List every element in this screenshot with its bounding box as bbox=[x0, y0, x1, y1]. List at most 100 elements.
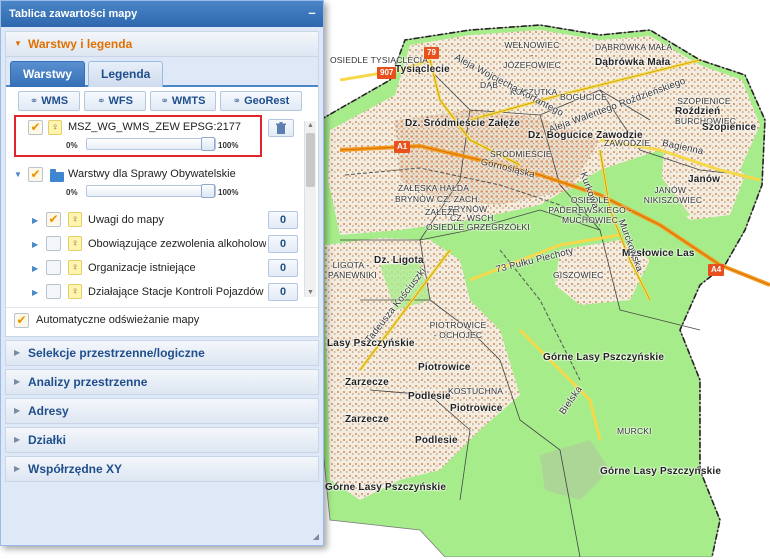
slider-thumb[interactable] bbox=[201, 137, 215, 151]
lightbulb-icon[interactable]: ♀ bbox=[68, 212, 82, 227]
map-label: Roździeń bbox=[675, 106, 721, 117]
map-label: ZAWODZIE bbox=[604, 138, 651, 148]
group-checkbox[interactable]: ✔ bbox=[28, 167, 43, 182]
accordion-title: Analizy przestrzenne bbox=[28, 375, 148, 389]
slider-thumb[interactable] bbox=[201, 184, 215, 198]
auto-refresh-row: ✔ Automatyczne odświeżanie mapy bbox=[6, 307, 318, 333]
map-label: Dz. Śródmieście Załęże bbox=[405, 118, 521, 129]
link-icon: ⚭ bbox=[97, 96, 106, 107]
group-name: Warstwy dla Sprawy Obywatelskie bbox=[68, 168, 236, 180]
panel-body: ▼ Warstwy i legenda Warstwy Legenda ⚭ WMS… bbox=[5, 31, 319, 539]
layer-name: Organizacje istniejące bbox=[88, 262, 196, 274]
scrollbar-thumb[interactable] bbox=[306, 133, 315, 187]
accordion-layers-legend[interactable]: ▼ Warstwy i legenda bbox=[5, 31, 319, 57]
layer-name: Działające Stacje Kontroli Pojazdów bbox=[88, 286, 264, 298]
map-label: MURCKI bbox=[617, 426, 652, 436]
resize-grip-icon[interactable]: ◢ bbox=[313, 532, 319, 541]
layer-name: Uwagi do mapy bbox=[88, 214, 164, 226]
map-label: OSIEDLE GRZEGRZÓŁKI bbox=[426, 222, 530, 232]
scroll-down-icon[interactable]: ▼ bbox=[307, 289, 314, 296]
tab-layers[interactable]: Warstwy bbox=[10, 61, 85, 87]
map-label: Podlesie bbox=[415, 435, 458, 446]
map-label: JANÓW - NIKISZOWIEC bbox=[643, 185, 703, 205]
layer-name: Obowiązujące zezwolenia alkoholow bbox=[88, 238, 266, 250]
map-label: Janów bbox=[688, 174, 721, 185]
layer-checkbox[interactable]: ✔ bbox=[46, 212, 61, 227]
map-label: WEŁNOWIEC - JÓZEFOWIEC bbox=[503, 40, 561, 70]
map-label: Piotrowice bbox=[418, 362, 471, 373]
triangle-right-icon: ▶ bbox=[14, 406, 21, 415]
map-label: KOSTUCHNA bbox=[448, 386, 504, 396]
triangle-right-icon[interactable]: ▶ bbox=[32, 240, 38, 249]
auto-refresh-label: Automatyczne odświeżanie mapy bbox=[36, 314, 200, 326]
accordion-xy-coordinates[interactable]: ▶ Współrzędne XY bbox=[5, 456, 319, 482]
map-label: BOGUCICE bbox=[560, 92, 607, 102]
triangle-down-icon: ▼ bbox=[14, 39, 22, 48]
map-label: Podlesie bbox=[408, 391, 451, 402]
wmts-button[interactable]: ⚭ WMTS bbox=[150, 91, 216, 111]
accordion-title: Selekcje przestrzenne/logiczne bbox=[28, 346, 205, 360]
lightbulb-icon[interactable]: ♀ bbox=[68, 236, 82, 251]
opacity-min-label: 0% bbox=[66, 188, 78, 197]
map-label: Górne Lasy Pszczyńskie bbox=[543, 352, 665, 363]
added-layer-opacity-slider[interactable] bbox=[86, 137, 216, 151]
triangle-right-icon: ▶ bbox=[14, 348, 21, 357]
auto-refresh-checkbox[interactable]: ✔ bbox=[14, 313, 29, 328]
accordion-spatial-selection[interactable]: ▶ Selekcje przestrzenne/logiczne bbox=[5, 340, 319, 366]
lightbulb-icon[interactable]: ♀ bbox=[68, 284, 82, 299]
road-shield: 79 bbox=[424, 47, 439, 59]
accordion-addresses[interactable]: ▶ Adresy bbox=[5, 398, 319, 424]
added-layer-name: MSZ_WG_WMS_ZEW EPSG:2177 bbox=[68, 121, 241, 133]
triangle-right-icon[interactable]: ▶ bbox=[32, 288, 38, 297]
panel-title: Tablica zawartości mapy bbox=[9, 8, 138, 20]
wfs-button-label: WFS bbox=[108, 95, 133, 107]
tab-legend[interactable]: Legenda bbox=[88, 61, 164, 87]
minus-icon[interactable]: – bbox=[307, 6, 317, 19]
map-label: DĄBRÓWKA MAŁA bbox=[595, 42, 673, 52]
accordion-spatial-analysis[interactable]: ▶ Analizy przestrzenne bbox=[5, 369, 319, 395]
wms-button[interactable]: ⚭ WMS bbox=[18, 91, 80, 111]
checkmark-icon: ✔ bbox=[30, 167, 41, 181]
map-label: ZAŁĘŻE bbox=[425, 207, 459, 217]
link-icon: ⚭ bbox=[232, 96, 242, 107]
layer-count-button[interactable]: 0 bbox=[268, 235, 298, 253]
map-label: LIGOTA - PANEWNIKI bbox=[328, 260, 377, 280]
map-label: Piotrowice bbox=[450, 403, 503, 414]
layer-checkbox[interactable] bbox=[46, 260, 61, 275]
scroll-up-icon[interactable]: ▲ bbox=[307, 122, 314, 129]
group-opacity-slider[interactable] bbox=[86, 184, 216, 198]
lightbulb-icon[interactable]: ♀ bbox=[68, 260, 82, 275]
triangle-right-icon: ▶ bbox=[14, 377, 21, 386]
lightbulb-icon[interactable]: ♀ bbox=[48, 120, 62, 135]
accordion-title: Współrzędne XY bbox=[28, 462, 123, 476]
accordion-parcels[interactable]: ▶ Działki bbox=[5, 427, 319, 453]
map-contents-panel: Tablica zawartości mapy – ▼ Warstwy i le… bbox=[0, 0, 324, 546]
triangle-down-icon[interactable]: ▼ bbox=[14, 170, 22, 179]
map-label: Tysiąclecie bbox=[395, 64, 450, 75]
added-layer-checkbox[interactable]: ✔ bbox=[28, 120, 43, 135]
georest-button-label: GeoRest bbox=[244, 95, 290, 107]
delete-layer-button[interactable] bbox=[268, 119, 294, 137]
layer-count-button[interactable]: 0 bbox=[268, 283, 298, 301]
layer-checkbox[interactable] bbox=[46, 284, 61, 299]
triangle-right-icon[interactable]: ▶ bbox=[32, 216, 38, 225]
layer-checkbox[interactable] bbox=[46, 236, 61, 251]
checkmark-icon: ✔ bbox=[16, 313, 27, 327]
opacity-max-label: 100% bbox=[218, 141, 239, 150]
georest-button[interactable]: ⚭ GeoRest bbox=[220, 91, 302, 111]
map-label: Dz. Ligota bbox=[374, 255, 424, 266]
map-label: GISZOWIEC bbox=[553, 270, 604, 280]
link-icon: ⚭ bbox=[29, 96, 39, 107]
map-label: Szopienice bbox=[702, 122, 757, 133]
triangle-right-icon[interactable]: ▶ bbox=[32, 264, 38, 273]
panel-header: Tablica zawartości mapy – bbox=[1, 1, 323, 27]
map-label: Zarzecze bbox=[345, 377, 389, 388]
source-buttons: ⚭ WMS ⚭ WFS ⚭ WMTS ⚭ GeoRest bbox=[6, 91, 318, 113]
layer-count-button[interactable]: 0 bbox=[268, 259, 298, 277]
triangle-right-icon: ▶ bbox=[14, 464, 21, 473]
layer-tree-scrollbar[interactable]: ▲ ▼ bbox=[304, 121, 316, 297]
checkmark-icon: ✔ bbox=[30, 120, 41, 134]
map-label: Górne Lasy Pszczyńskie bbox=[600, 466, 722, 477]
layer-count-button[interactable]: 0 bbox=[268, 211, 298, 229]
wfs-button[interactable]: ⚭ WFS bbox=[84, 91, 146, 111]
